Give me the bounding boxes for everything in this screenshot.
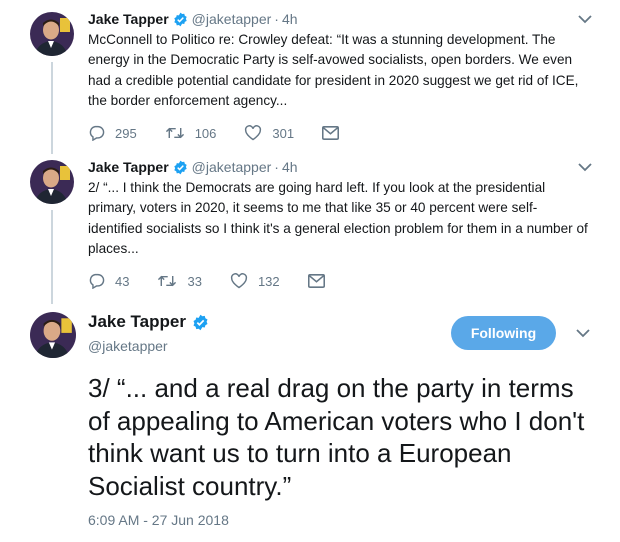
following-button[interactable]: Following: [451, 316, 556, 350]
author-name[interactable]: Jake Tapper: [88, 10, 169, 28]
retweet-count: 106: [194, 125, 217, 141]
tweet-text: 2/ “... I think the Democrats are going …: [88, 180, 588, 256]
reply-icon: [89, 126, 105, 142]
retweet-button[interactable]: 33: [157, 273, 202, 289]
reply-count: 43: [115, 273, 130, 289]
envelope-icon: [322, 126, 340, 141]
avatar[interactable]: [30, 312, 76, 358]
like-button[interactable]: 132: [230, 273, 280, 289]
avatar[interactable]: [30, 160, 74, 204]
retweet-icon: [165, 127, 184, 139]
tweet-text: McConnell to Politico re: Crowley defeat…: [88, 32, 579, 108]
thread-connector-line: [51, 210, 53, 304]
separator-dot: ·: [274, 159, 279, 175]
author-handle[interactable]: @jaketapper: [88, 338, 213, 354]
reply-count: 295: [115, 125, 137, 141]
direct-message-button[interactable]: [322, 126, 349, 141]
like-count: 301: [272, 125, 295, 141]
retweet-count: 33: [187, 273, 202, 289]
chevron-down-icon[interactable]: [578, 162, 592, 172]
tweet-actions: 295 106 301: [88, 125, 588, 142]
reply-button[interactable]: 43: [88, 273, 130, 290]
heart-icon: [245, 125, 262, 141]
tweet-timestamp[interactable]: 6:09 AM - 27 Jun 2018: [88, 512, 229, 528]
chevron-down-icon[interactable]: [578, 14, 592, 24]
direct-message-button[interactable]: [307, 274, 335, 289]
separator-dot: ·: [274, 11, 279, 27]
verified-badge-icon: [193, 314, 208, 330]
like-count: 132: [257, 273, 280, 289]
main-tweet-header: Jake Tapper @jaketapper: [88, 312, 213, 354]
author-name[interactable]: Jake Tapper: [88, 158, 169, 176]
tweet-1[interactable]: Jake Tapper @jaketapper · 4h McConnell t…: [88, 10, 588, 142]
tweet-time[interactable]: 4h: [282, 10, 298, 28]
main-tweet-text: 3/ “... and a real drag on the party in …: [88, 373, 585, 501]
reply-icon: [89, 274, 105, 290]
tweet-actions: 43 33 132: [88, 273, 588, 290]
author-name[interactable]: Jake Tapper: [88, 312, 186, 332]
thread-connector-line: [51, 62, 53, 154]
verified-badge-icon: [173, 12, 187, 26]
tweet-2[interactable]: Jake Tapper @jaketapper · 4h 2/ “... I t…: [88, 158, 588, 290]
tweet-header: Jake Tapper @jaketapper · 4h: [88, 10, 588, 28]
chevron-down-icon[interactable]: [576, 328, 590, 338]
heart-icon: [230, 273, 248, 289]
reply-button[interactable]: 295: [88, 125, 137, 142]
retweet-button[interactable]: 106: [165, 125, 217, 141]
avatar[interactable]: [30, 12, 74, 56]
author-handle[interactable]: @jaketapper: [192, 10, 272, 28]
tweet-time[interactable]: 4h: [282, 158, 298, 176]
author-handle[interactable]: @jaketapper: [192, 158, 272, 176]
like-button[interactable]: 301: [244, 125, 294, 141]
tweet-header: Jake Tapper @jaketapper · 4h: [88, 158, 588, 176]
verified-badge-icon: [173, 160, 187, 174]
retweet-icon: [158, 275, 177, 287]
envelope-icon: [307, 274, 325, 289]
